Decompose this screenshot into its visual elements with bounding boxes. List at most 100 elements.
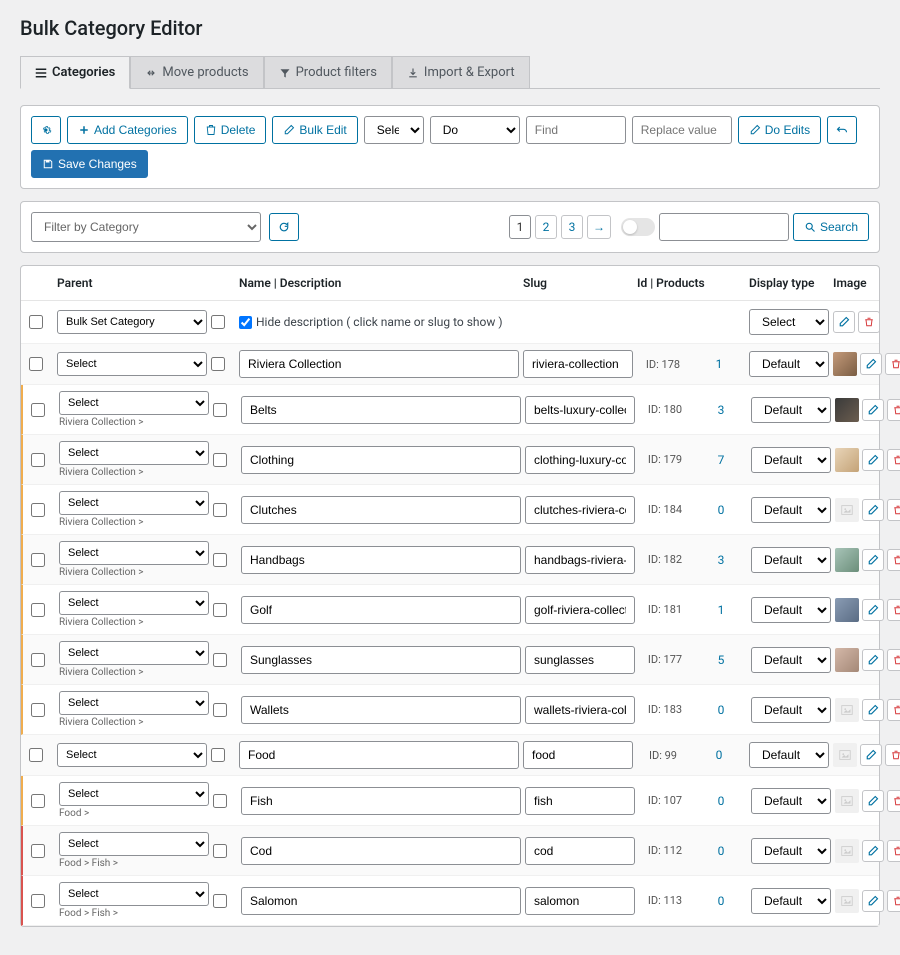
delete-image-button[interactable]: [887, 649, 900, 671]
bulk-edit-image-button[interactable]: [833, 311, 855, 333]
edit-image-button[interactable]: [862, 699, 884, 721]
row-checkbox[interactable]: [31, 503, 45, 517]
row-checkbox[interactable]: [31, 453, 45, 467]
row-checkbox[interactable]: [31, 894, 45, 908]
category-thumbnail[interactable]: [835, 448, 859, 472]
products-count[interactable]: 3: [695, 403, 747, 417]
row-checkbox[interactable]: [31, 703, 45, 717]
category-thumbnail-placeholder[interactable]: [835, 839, 859, 863]
name-input[interactable]: [241, 646, 521, 674]
row-checkbox[interactable]: [29, 357, 43, 371]
delete-image-button[interactable]: [887, 399, 900, 421]
replace-input[interactable]: [632, 116, 732, 144]
products-count[interactable]: 0: [695, 503, 747, 517]
products-count[interactable]: 3: [695, 553, 747, 567]
parent-dropdown[interactable]: Select: [59, 641, 209, 665]
row-checkbox[interactable]: [31, 653, 45, 667]
save-changes-button[interactable]: Save Changes: [31, 150, 148, 178]
bulk-edit-button[interactable]: Bulk Edit: [272, 116, 357, 144]
display-type-dropdown[interactable]: Default: [751, 397, 831, 423]
name-input[interactable]: [241, 696, 521, 724]
name-input[interactable]: [241, 396, 521, 424]
row-desc-checkbox[interactable]: [213, 844, 227, 858]
delete-image-button[interactable]: [887, 840, 900, 862]
search-button[interactable]: Search: [793, 213, 869, 241]
category-thumbnail-placeholder[interactable]: [833, 743, 857, 767]
products-count[interactable]: 5: [695, 653, 747, 667]
slug-input[interactable]: [525, 496, 635, 524]
name-input[interactable]: [241, 596, 521, 624]
products-count[interactable]: 0: [695, 844, 747, 858]
display-type-dropdown[interactable]: Default: [751, 497, 831, 523]
display-type-dropdown[interactable]: Default: [751, 838, 831, 864]
bulk-delete-image-button[interactable]: [858, 311, 880, 333]
row-desc-checkbox[interactable]: [213, 603, 227, 617]
refresh-filter-button[interactable]: [269, 213, 299, 241]
display-type-dropdown[interactable]: Default: [751, 597, 831, 623]
row-checkbox[interactable]: [31, 403, 45, 417]
row-checkbox[interactable]: [31, 603, 45, 617]
slug-input[interactable]: [525, 546, 635, 574]
slug-input[interactable]: [525, 837, 635, 865]
row-desc-checkbox[interactable]: [213, 553, 227, 567]
category-thumbnail[interactable]: [835, 548, 859, 572]
slug-input[interactable]: [525, 696, 635, 724]
category-thumbnail-placeholder[interactable]: [835, 789, 859, 813]
do-edits-button[interactable]: Do Edits: [738, 116, 821, 144]
edit-image-button[interactable]: [862, 399, 884, 421]
display-type-dropdown[interactable]: Default: [751, 697, 831, 723]
display-type-dropdown[interactable]: Default: [749, 742, 829, 768]
products-count[interactable]: 1: [695, 603, 747, 617]
category-thumbnail-placeholder[interactable]: [835, 498, 859, 522]
category-thumbnail-placeholder[interactable]: [835, 698, 859, 722]
delete-image-button[interactable]: [887, 599, 900, 621]
display-type-dropdown[interactable]: Default: [751, 647, 831, 673]
products-count[interactable]: 0: [695, 703, 747, 717]
parent-dropdown[interactable]: Select: [57, 743, 207, 767]
row-desc-checkbox[interactable]: [213, 653, 227, 667]
row-checkbox[interactable]: [31, 794, 45, 808]
parent-dropdown[interactable]: Select: [59, 691, 209, 715]
edit-image-button[interactable]: [862, 890, 884, 912]
add-categories-button[interactable]: Add Categories: [67, 116, 188, 144]
row-desc-checkbox[interactable]: [213, 503, 227, 517]
delete-image-button[interactable]: [887, 890, 900, 912]
parent-dropdown[interactable]: Select: [59, 832, 209, 856]
display-type-dropdown[interactable]: Default: [749, 351, 829, 377]
tab-move-products[interactable]: Move products: [130, 56, 263, 88]
delete-image-button[interactable]: [885, 744, 900, 766]
delete-image-button[interactable]: [887, 790, 900, 812]
category-thumbnail[interactable]: [835, 598, 859, 622]
row-desc-checkbox[interactable]: [213, 403, 227, 417]
bulk-set-category-dropdown[interactable]: Bulk Set Category: [57, 310, 207, 334]
products-count[interactable]: 1: [693, 357, 745, 371]
name-input[interactable]: [239, 741, 519, 769]
page-2[interactable]: 2: [535, 215, 557, 239]
name-input[interactable]: [241, 887, 521, 915]
parent-dropdown[interactable]: Select: [59, 441, 209, 465]
slug-input[interactable]: [525, 887, 635, 915]
name-input[interactable]: [239, 350, 519, 378]
parent-dropdown[interactable]: Select: [59, 882, 209, 906]
tab-import-export[interactable]: Import & Export: [392, 56, 530, 88]
edit-image-button[interactable]: [860, 353, 882, 375]
edit-image-button[interactable]: [862, 790, 884, 812]
slug-input[interactable]: [525, 596, 635, 624]
edit-image-button[interactable]: [862, 599, 884, 621]
page-3[interactable]: 3: [561, 215, 583, 239]
products-count[interactable]: 0: [695, 894, 747, 908]
name-input[interactable]: [241, 496, 521, 524]
slug-input[interactable]: [523, 350, 633, 378]
name-input[interactable]: [241, 787, 521, 815]
delete-image-button[interactable]: [887, 499, 900, 521]
name-input[interactable]: [241, 446, 521, 474]
delete-image-button[interactable]: [887, 549, 900, 571]
parent-dropdown[interactable]: Select: [57, 352, 207, 376]
search-input[interactable]: [659, 213, 789, 241]
slug-input[interactable]: [525, 787, 635, 815]
display-type-dropdown[interactable]: Default: [751, 888, 831, 914]
undo-button[interactable]: [827, 116, 857, 144]
select-all-checkbox[interactable]: [29, 315, 43, 329]
parent-dropdown[interactable]: Select: [59, 591, 209, 615]
edit-image-button[interactable]: [862, 449, 884, 471]
